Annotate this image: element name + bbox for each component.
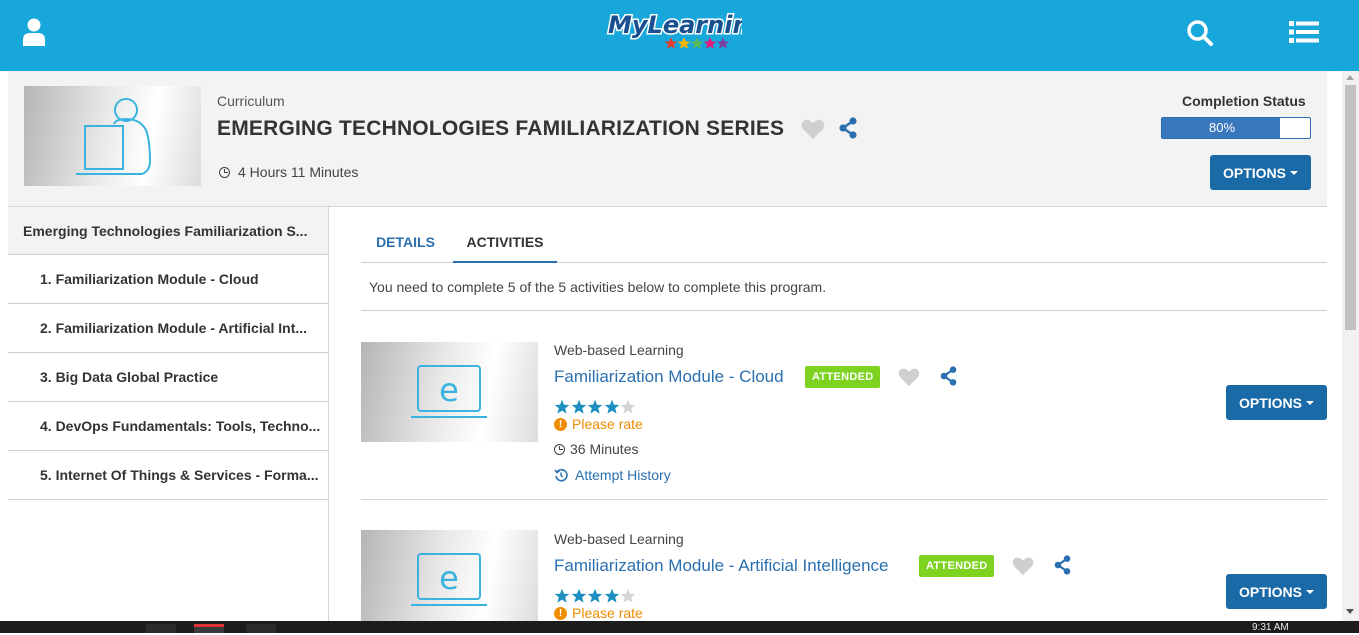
- sidebar-item-cloud[interactable]: 1. Familiarization Module - Cloud: [8, 255, 328, 304]
- completion-instruction: You need to complete 5 of the 5 activiti…: [361, 263, 1327, 311]
- completion-status-label: Completion Status: [1182, 93, 1306, 109]
- user-icon[interactable]: [22, 18, 46, 46]
- progress-text: 80%: [1208, 120, 1236, 135]
- share-icon[interactable]: [939, 366, 958, 386]
- star-filled-icon[interactable]: [571, 399, 587, 415]
- star-filled-icon[interactable]: [554, 588, 570, 604]
- activity-item: e Web-based Learning Familiarization Mod…: [361, 500, 1327, 630]
- share-icon[interactable]: [838, 117, 858, 139]
- attempt-history-text: Attempt History: [575, 467, 671, 483]
- activity-duration: 36 Minutes: [554, 441, 638, 457]
- options-label: OPTIONS: [1238, 583, 1302, 600]
- svg-text:MyLearning: MyLearning: [608, 11, 742, 39]
- tab-details[interactable]: DETAILS: [361, 225, 450, 263]
- attempt-history-link[interactable]: Attempt History: [554, 467, 671, 483]
- taskbar-app-icon[interactable]: [194, 624, 224, 633]
- list-menu-icon[interactable]: [1289, 20, 1319, 44]
- activity-title-link[interactable]: Familiarization Module - Artificial Inte…: [554, 556, 888, 576]
- curriculum-header: Curriculum EMERGING TECHNOLOGIES FAMILIA…: [8, 71, 1327, 207]
- favorite-heart-icon[interactable]: [801, 118, 825, 140]
- please-rate-text: Please rate: [572, 416, 643, 432]
- star-empty-icon[interactable]: [620, 399, 636, 415]
- star-filled-icon[interactable]: [571, 588, 587, 604]
- os-taskbar: 9:31 AM: [0, 621, 1359, 633]
- elearning-laptop-icon: e: [411, 553, 487, 606]
- activity-type: Web-based Learning: [554, 342, 684, 358]
- share-icon[interactable]: [1053, 555, 1072, 575]
- completion-progress-bar: 80%: [1161, 117, 1311, 139]
- activity-thumbnail[interactable]: e: [361, 342, 538, 442]
- svg-text:e: e: [439, 371, 459, 409]
- options-label: OPTIONS: [1238, 394, 1302, 411]
- star-rating[interactable]: [554, 399, 637, 415]
- history-icon: [554, 468, 568, 482]
- favorite-heart-icon[interactable]: [898, 367, 920, 387]
- curriculum-type-label: Curriculum: [217, 93, 285, 109]
- sidebar-curriculum-title[interactable]: Emerging Technologies Familiarization S.…: [8, 207, 328, 255]
- star-filled-icon[interactable]: [604, 399, 620, 415]
- star-filled-icon[interactable]: [587, 399, 603, 415]
- activity-item: e Web-based Learning Familiarization Mod…: [361, 311, 1327, 500]
- tab-activities[interactable]: ACTIVITIES: [453, 225, 557, 263]
- sidebar-item-internet-of-things[interactable]: 5. Internet Of Things & Services - Forma…: [8, 451, 328, 500]
- svg-text:e: e: [439, 559, 459, 597]
- activity-duration-text: 36 Minutes: [570, 441, 639, 457]
- clock-icon: [219, 166, 230, 178]
- elearning-laptop-icon: e: [411, 365, 487, 418]
- sidebar-item-devops[interactable]: 4. DevOps Fundamentals: Tools, Techno...: [8, 402, 328, 451]
- clock-icon: [554, 443, 565, 455]
- taskbar-app-icon[interactable]: [246, 624, 276, 633]
- sidebar-item-big-data[interactable]: 3. Big Data Global Practice: [8, 353, 328, 402]
- caret-down-icon: [1306, 589, 1314, 594]
- activity-options-button[interactable]: OPTIONS: [1226, 385, 1327, 420]
- sidebar-item-artificial-intelligence[interactable]: 2. Familiarization Module - Artificial I…: [8, 304, 328, 353]
- curriculum-title: EMERGING TECHNOLOGIES FAMILIARIZATION SE…: [217, 117, 785, 140]
- please-rate-prompt[interactable]: ! Please rate: [554, 605, 643, 621]
- activity-options-button[interactable]: OPTIONS: [1226, 574, 1327, 609]
- scrollbar-thumb[interactable]: [1345, 85, 1356, 330]
- curriculum-thumbnail: [24, 86, 201, 186]
- activity-thumbnail[interactable]: e: [361, 530, 538, 630]
- search-icon[interactable]: [1186, 19, 1214, 47]
- please-rate-text: Please rate: [572, 605, 643, 621]
- page-scrollbar[interactable]: [1342, 71, 1359, 621]
- curriculum-duration-text: 4 Hours 11 Minutes: [238, 164, 359, 180]
- please-rate-prompt[interactable]: ! Please rate: [554, 416, 643, 432]
- status-badge: ATTENDED: [805, 366, 881, 388]
- activity-title-link[interactable]: Familiarization Module - Cloud: [554, 367, 784, 387]
- star-filled-icon[interactable]: [554, 399, 570, 415]
- scroll-up-arrow-icon[interactable]: [1346, 75, 1354, 80]
- content-tabs: DETAILS ACTIVITIES: [361, 225, 1327, 263]
- options-label: OPTIONS: [1222, 164, 1286, 181]
- star-rating[interactable]: [554, 588, 637, 604]
- mylearning-logo[interactable]: MyLearning: [606, 6, 742, 48]
- activity-type: Web-based Learning: [554, 531, 684, 547]
- curriculum-options-button[interactable]: OPTIONS: [1210, 155, 1311, 190]
- star-filled-icon[interactable]: [587, 588, 603, 604]
- learner-at-laptop-icon: [76, 98, 152, 175]
- curriculum-sidebar: Emerging Technologies Familiarization S.…: [8, 207, 329, 621]
- status-badge: ATTENDED: [919, 555, 995, 577]
- caret-down-icon: [1306, 400, 1314, 405]
- taskbar-app-icon[interactable]: [146, 624, 176, 633]
- favorite-heart-icon[interactable]: [1012, 556, 1034, 576]
- curriculum-duration: 4 Hours 11 Minutes: [219, 164, 358, 180]
- top-navigation-bar: MyLearning: [0, 0, 1359, 71]
- star-filled-icon[interactable]: [604, 588, 620, 604]
- alert-icon: !: [554, 606, 567, 620]
- alert-icon: !: [554, 417, 567, 431]
- taskbar-clock: 9:31 AM: [1252, 622, 1289, 633]
- scroll-down-arrow-icon[interactable]: [1346, 609, 1354, 614]
- star-empty-icon[interactable]: [620, 588, 636, 604]
- caret-down-icon: [1290, 170, 1298, 175]
